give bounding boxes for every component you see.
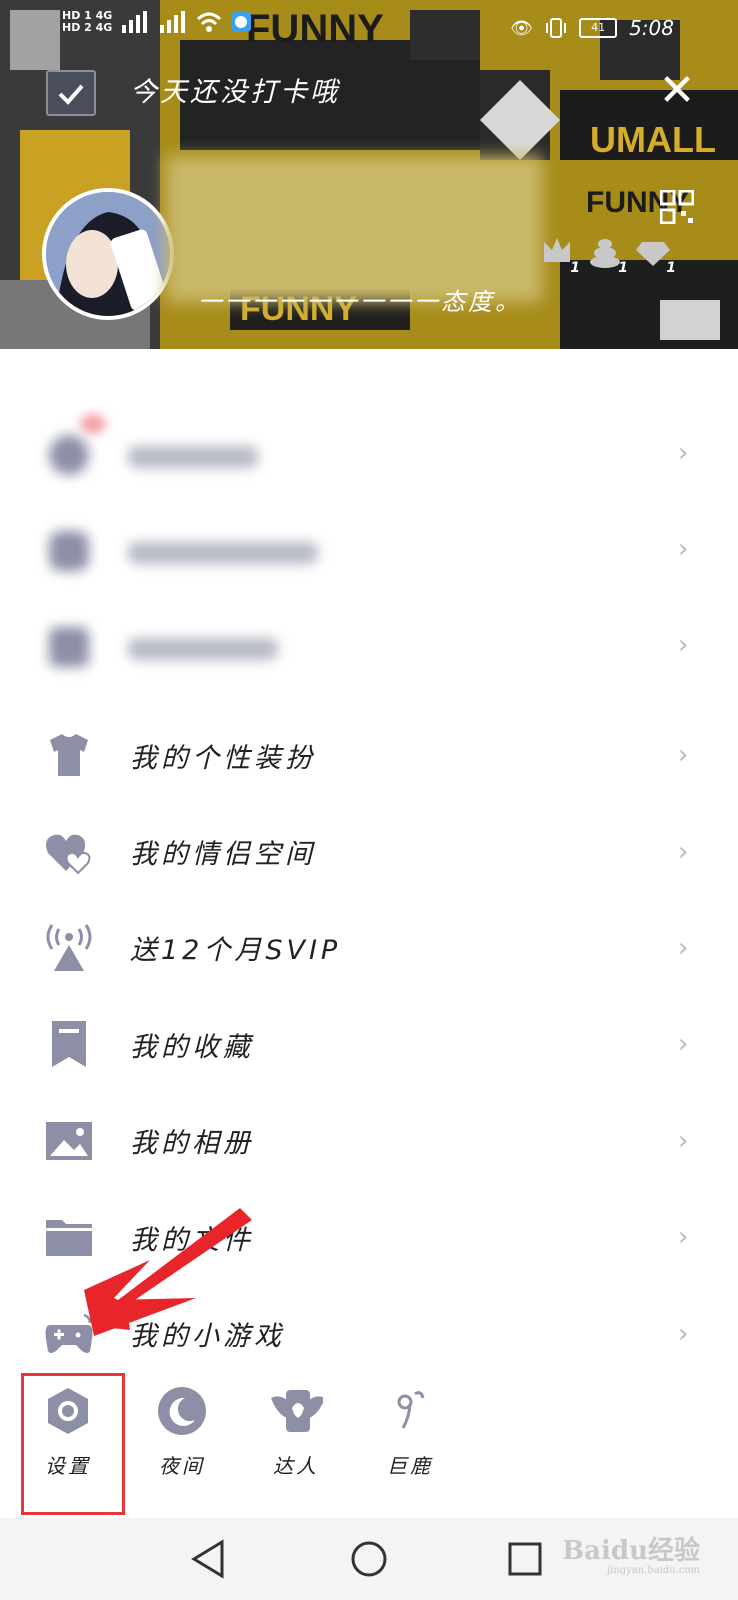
- menu-item-label: 我的个性装扮: [130, 742, 316, 774]
- home-circle-icon[interactable]: [344, 1534, 394, 1584]
- medal-row[interactable]: 1 1 1: [540, 232, 676, 276]
- menu-item-label: 送12个月SVIP: [130, 935, 342, 967]
- night-mode-button[interactable]: 夜间: [132, 1372, 232, 1479]
- blurred-menu-item[interactable]: ›: [0, 600, 738, 696]
- pattern-word: UMALL: [590, 119, 716, 160]
- chevron-right-icon: ›: [678, 1222, 689, 1253]
- gamepad-icon: [44, 1309, 94, 1359]
- broadcast-icon: [44, 923, 94, 973]
- menu-item-label: 我的小游戏: [130, 1321, 285, 1353]
- deer-button[interactable]: 巨鹿: [360, 1372, 460, 1479]
- chevron-right-icon: ›: [678, 1318, 689, 1349]
- chevron-right-icon: ›: [678, 534, 689, 564]
- blurred-menu-item[interactable]: ›: [0, 504, 738, 600]
- checkin-prompt[interactable]: 今天还没打卡哦: [130, 70, 340, 109]
- profile-signature[interactable]: 一一一一一一一一一态度。: [198, 282, 522, 317]
- blurred-menu-item[interactable]: ›: [0, 408, 738, 504]
- menu-item-dress-up[interactable]: 我的个性装扮 ›: [0, 707, 738, 803]
- sim2-indicator: HD 2 4G: [62, 21, 113, 34]
- watermark-url: jingyan.baidu.com: [606, 1565, 700, 1576]
- blurred-icon: [44, 622, 94, 672]
- hearts-icon: [44, 827, 94, 877]
- menu-item-files[interactable]: 我的文件 ›: [0, 1189, 738, 1285]
- wifi-icon: [197, 12, 222, 32]
- chevron-right-icon: ›: [678, 1029, 689, 1060]
- blurred-text: [128, 638, 278, 660]
- chevron-right-icon: ›: [678, 630, 689, 660]
- crown-medal-icon[interactable]: 1: [540, 232, 580, 276]
- app-notification-icon: [231, 12, 252, 32]
- diamond-medal-icon[interactable]: 1: [636, 232, 676, 276]
- signal-icon: [160, 11, 186, 33]
- menu-item-label: 我的收藏: [130, 1031, 254, 1063]
- chevron-right-icon: ›: [678, 932, 689, 963]
- bookmark-icon: [44, 1019, 94, 1069]
- poop-medal-icon[interactable]: 1: [588, 232, 628, 276]
- menu-item-label: 我的相册: [130, 1128, 254, 1160]
- avatar[interactable]: [42, 188, 174, 320]
- settings-highlight-box: [21, 1373, 125, 1515]
- menu-item-label: 我的文件: [130, 1224, 254, 1256]
- menu-item-favorites[interactable]: 我的收藏 ›: [0, 996, 738, 1092]
- expert-label: 达人: [273, 1454, 319, 1478]
- qr-code-icon[interactable]: [660, 190, 694, 224]
- checkin-calendar-icon[interactable]: [46, 70, 96, 116]
- battery-indicator: 41: [579, 18, 618, 38]
- close-icon[interactable]: ✕: [656, 69, 698, 113]
- night-mode-label: 夜间: [159, 1454, 205, 1478]
- folder-icon: [44, 1212, 94, 1262]
- menu-list: 我的个性装扮 › 我的情侣空间 › 送12个月SVIP › 我的收藏 › 我的相…: [0, 707, 738, 1382]
- chevron-right-icon: ›: [678, 1125, 689, 1156]
- eye-comfort-icon: 👁: [510, 17, 534, 39]
- medal-count: 1: [618, 260, 628, 276]
- medal-count: 1: [666, 260, 676, 276]
- image-icon: [44, 1116, 94, 1166]
- chevron-right-icon: ›: [678, 740, 689, 771]
- moon-icon: [155, 1384, 209, 1438]
- menu-item-album[interactable]: 我的相册 ›: [0, 1093, 738, 1189]
- menu-item-label: 我的情侣空间: [130, 839, 316, 871]
- blurred-icon: [44, 430, 94, 480]
- chevron-right-icon: ›: [678, 438, 689, 468]
- menu-item-mini-games[interactable]: 我的小游戏 ›: [0, 1285, 738, 1381]
- chevron-right-icon: ›: [678, 836, 689, 867]
- medal-count: 1: [570, 260, 580, 276]
- status-time: 5:08: [629, 16, 674, 40]
- profile-header: FUNNY UMALL FUNNY FUNNY HD 1 4G HD 2 4G …: [0, 0, 738, 349]
- notification-dot: [80, 414, 106, 434]
- blurred-profile-info: [166, 156, 542, 302]
- baidu-watermark: Baidu经验 jingyan.baidu.com: [562, 1530, 700, 1576]
- recents-square-icon[interactable]: [500, 1534, 550, 1584]
- signal-icon: [122, 11, 148, 33]
- deer-label: 巨鹿: [387, 1454, 433, 1478]
- winged-badge-icon: [269, 1384, 323, 1438]
- back-triangle-icon[interactable]: [186, 1534, 236, 1584]
- expert-button[interactable]: 达人: [246, 1372, 346, 1479]
- deer-icon: [383, 1384, 437, 1438]
- blurred-icon: [44, 526, 94, 576]
- watermark-brand: Baidu经验: [562, 1536, 700, 1566]
- blurred-text: [128, 446, 258, 468]
- status-bar: HD 1 4G HD 2 4G 👁 41 5:08: [0, 10, 738, 50]
- menu-item-svip[interactable]: 送12个月SVIP ›: [0, 900, 738, 996]
- menu-item-couple-space[interactable]: 我的情侣空间 ›: [0, 803, 738, 899]
- vibrate-icon: [546, 18, 567, 38]
- tshirt-icon: [44, 730, 94, 780]
- blurred-text: [128, 542, 318, 564]
